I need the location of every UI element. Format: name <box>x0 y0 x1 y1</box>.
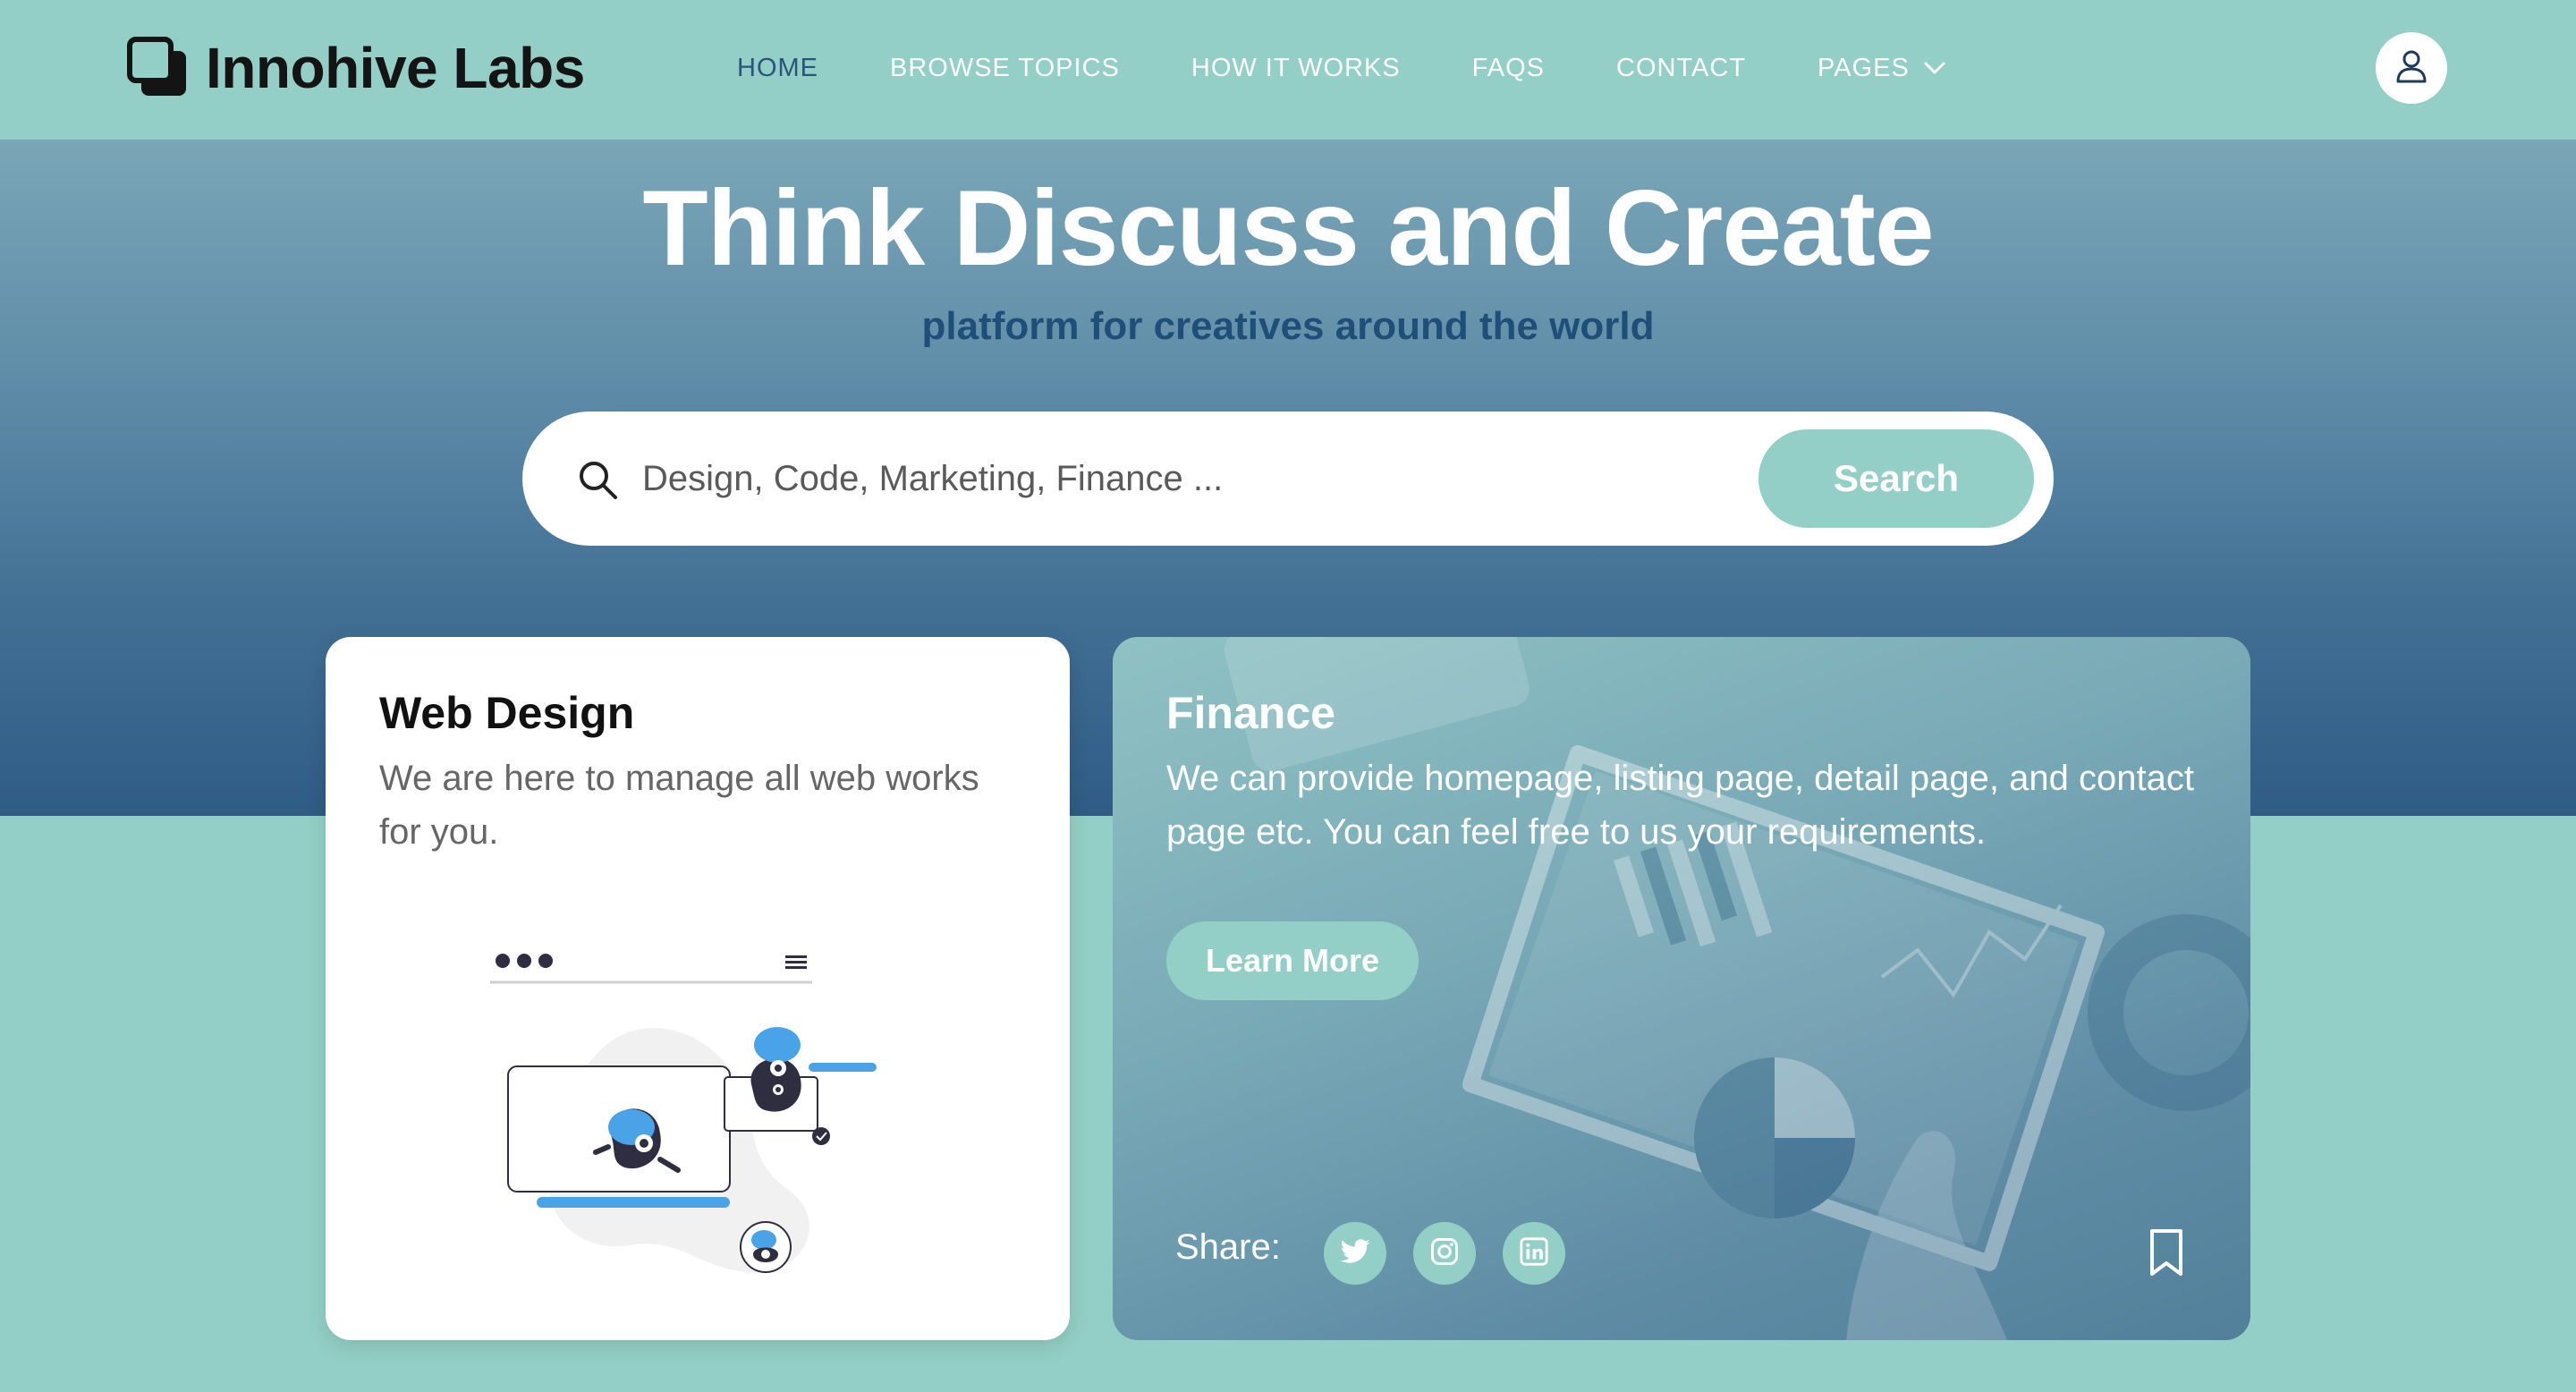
stacked-squares-logo-icon <box>127 37 190 99</box>
nav-faqs[interactable]: FAQS <box>1472 47 1545 89</box>
brand-logo[interactable]: Innohive Labs <box>127 34 585 102</box>
nav-pages-label: PAGES <box>1818 53 1910 82</box>
main-nav: HOME BROWSE TOPICS HOW IT WORKS FAQS CON… <box>737 47 2019 89</box>
nav-browse-topics[interactable]: BROWSE TOPICS <box>890 47 1120 89</box>
nav-contact[interactable]: CONTACT <box>1616 47 1746 89</box>
brand-name: Innohive Labs <box>206 36 585 100</box>
user-icon <box>2393 47 2430 89</box>
web-design-illustration <box>490 954 877 1273</box>
top-navbar: Innohive Labs HOME BROWSE TOPICS HOW IT … <box>0 0 2576 140</box>
nav-home[interactable]: HOME <box>737 47 818 89</box>
web-design-title: Web Design <box>379 688 635 738</box>
bookmark-button[interactable] <box>2147 1227 2186 1277</box>
share-label: Share: <box>1175 1227 1281 1267</box>
finance-description: We can provide homepage, listing page, d… <box>1166 759 2194 852</box>
search-button[interactable]: Search <box>1758 429 2034 528</box>
nav-how-it-works[interactable]: HOW IT WORKS <box>1191 47 1401 89</box>
search-input[interactable] <box>640 443 1356 514</box>
bookmark-icon <box>2147 1229 2186 1281</box>
finance-title: Finance <box>1166 688 1335 738</box>
search-icon <box>576 458 619 501</box>
instagram-icon <box>1428 1235 1461 1272</box>
twitter-share-button[interactable] <box>1324 1222 1386 1285</box>
linkedin-icon <box>1519 1236 1549 1271</box>
search-bar: Search <box>522 412 2054 546</box>
instagram-share-button[interactable] <box>1413 1222 1476 1285</box>
user-account-button[interactable] <box>2376 32 2447 104</box>
chevron-down-icon <box>1922 55 1947 81</box>
finance-card[interactable]: Finance We can provide homepage, listing… <box>1113 637 2250 1340</box>
twitter-icon <box>1339 1235 1371 1272</box>
linkedin-share-button[interactable] <box>1503 1222 1565 1285</box>
web-design-description: We are here to manage all web works for … <box>379 759 979 852</box>
hero-title: Think Discuss and Create <box>642 168 1934 288</box>
hero-subtitle: platform for creatives around the world <box>921 304 1655 348</box>
web-design-card[interactable]: Web Design We are here to manage all web… <box>326 637 1070 1340</box>
nav-pages-dropdown[interactable]: PAGES <box>1818 47 1947 89</box>
learn-more-button[interactable]: Learn More <box>1166 921 1419 1000</box>
